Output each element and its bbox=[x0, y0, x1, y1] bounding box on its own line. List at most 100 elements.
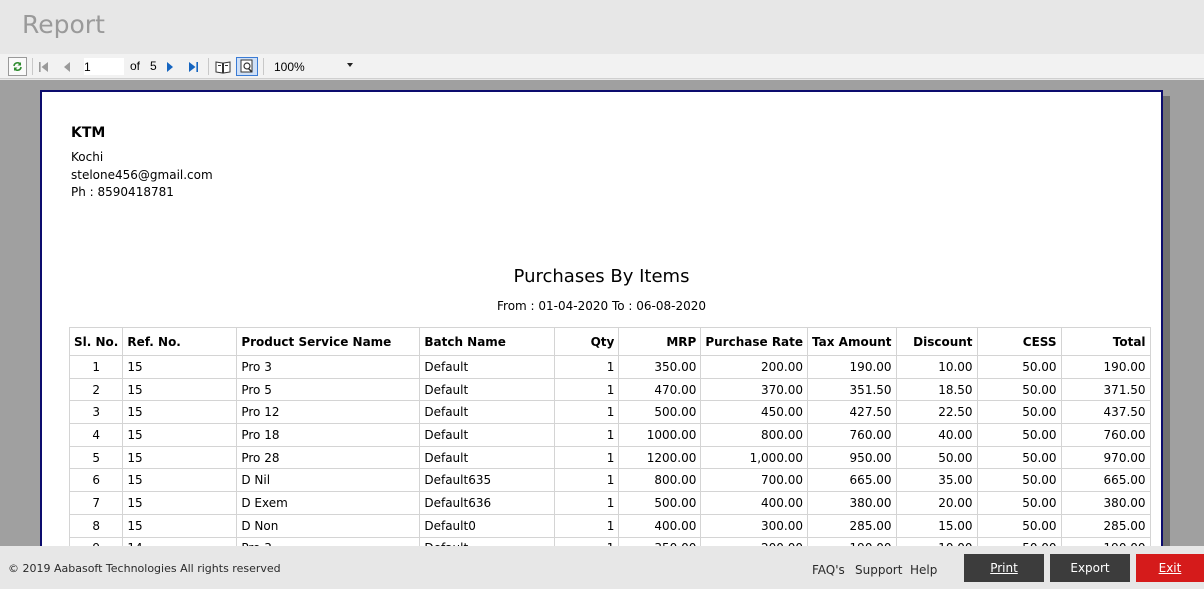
column-header: Discount bbox=[895, 327, 978, 356]
table-cell: 760.00 bbox=[1060, 423, 1151, 447]
table-cell: 22.50 bbox=[895, 400, 978, 425]
company-city: Kochi bbox=[71, 150, 104, 164]
table-cell: Pro 5 bbox=[236, 377, 421, 402]
table-cell: 10.00 bbox=[895, 355, 978, 379]
table-row: 5 15 Pro 28 Default 1 1200.00 1,000.00 950.00 50… bbox=[68, 445, 1151, 470]
table-cell: 50.00 bbox=[976, 536, 1062, 546]
table-cell: Pro 12 bbox=[236, 400, 421, 425]
next-page-icon[interactable] bbox=[163, 57, 177, 76]
column-header: Total bbox=[1060, 327, 1151, 356]
table-cell: 1 bbox=[554, 468, 620, 493]
table-cell: 427.50 bbox=[807, 400, 897, 425]
table-cell: 8 bbox=[68, 513, 124, 538]
table-cell: 3 bbox=[68, 400, 124, 425]
table-cell: Default635 bbox=[419, 468, 556, 493]
support-link[interactable]: Support bbox=[855, 563, 902, 577]
table-cell: 1 bbox=[554, 423, 620, 447]
exit-button[interactable]: Exit bbox=[1136, 554, 1204, 582]
table-cell: 15 bbox=[122, 445, 238, 470]
table-cell: 190.00 bbox=[807, 355, 897, 379]
zoom-dropdown[interactable]: 100% bbox=[270, 57, 356, 76]
export-button[interactable]: Export bbox=[1050, 554, 1130, 582]
table-cell: 500.00 bbox=[618, 400, 702, 425]
company-name: KTM bbox=[71, 125, 106, 141]
table-cell: 1,000.00 bbox=[700, 445, 809, 470]
table-cell: 50.00 bbox=[976, 491, 1062, 515]
table-cell: 6 bbox=[68, 468, 124, 493]
table-cell: D Exem bbox=[236, 491, 421, 515]
table-row: 6 15 D Nil Default635 1 800.00 700.00 665.00 35.… bbox=[68, 468, 1151, 493]
toolbar-separator bbox=[208, 58, 209, 75]
table-cell: Default bbox=[419, 400, 556, 425]
table-cell: 400.00 bbox=[618, 513, 702, 538]
table-cell: 200.00 bbox=[700, 536, 809, 546]
table-cell: 15 bbox=[122, 377, 238, 402]
page-number-input[interactable] bbox=[84, 58, 124, 75]
table-row: 1 15 Pro 3 Default 1 350.00 200.00 190.00 10.00 5… bbox=[68, 355, 1151, 379]
of-label: of bbox=[130, 59, 141, 73]
table-cell: 15 bbox=[122, 468, 238, 493]
column-header: Sl. No. bbox=[68, 327, 124, 356]
table-cell: 50.00 bbox=[976, 468, 1062, 493]
table-cell: 950.00 bbox=[807, 445, 897, 470]
table-cell: 285.00 bbox=[807, 513, 897, 538]
table-cell: 380.00 bbox=[1060, 491, 1151, 515]
company-email: stelone456@gmail.com bbox=[71, 168, 213, 182]
table-cell: 4 bbox=[68, 423, 124, 447]
table-cell: 200.00 bbox=[700, 355, 809, 379]
table-cell: 15 bbox=[122, 491, 238, 515]
table-cell: 14 bbox=[122, 536, 238, 546]
table-cell: 190.00 bbox=[1060, 355, 1151, 379]
page-setup-icon[interactable] bbox=[213, 57, 233, 76]
report-viewer[interactable]: KTM Kochi stelone456@gmail.com Ph : 8590… bbox=[0, 80, 1204, 546]
chevron-down-icon bbox=[347, 63, 353, 67]
table-cell: 500.00 bbox=[618, 491, 702, 515]
column-header: Purchase Rate bbox=[700, 327, 809, 356]
table-cell: 15 bbox=[122, 513, 238, 538]
table-cell: 40.00 bbox=[895, 423, 978, 447]
table-cell: 300.00 bbox=[700, 513, 809, 538]
refresh-icon[interactable] bbox=[8, 57, 27, 76]
table-cell: 15 bbox=[122, 423, 238, 447]
first-page-icon[interactable] bbox=[37, 57, 51, 76]
table-cell: 700.00 bbox=[700, 468, 809, 493]
table-cell: 50.00 bbox=[976, 513, 1062, 538]
table-cell: 7 bbox=[68, 491, 124, 515]
table-row: 4 15 Pro 18 Default 1 1000.00 800.00 760.00 40.0… bbox=[68, 423, 1151, 447]
table-cell: 351.50 bbox=[807, 377, 897, 402]
table-cell: 15 bbox=[122, 400, 238, 425]
copyright-text: © 2019 Aabasoft Technologies All rights … bbox=[8, 562, 281, 575]
print-button[interactable]: Print bbox=[964, 554, 1044, 582]
table-cell: 50.00 bbox=[895, 445, 978, 470]
faq-link[interactable]: FAQ's bbox=[812, 563, 845, 577]
table-cell: 800.00 bbox=[618, 468, 702, 493]
table-cell: 1 bbox=[554, 491, 620, 515]
table-cell: Pro 18 bbox=[236, 423, 421, 447]
table-cell: Default bbox=[419, 377, 556, 402]
help-link[interactable]: Help bbox=[910, 563, 937, 577]
table-cell: 50.00 bbox=[976, 355, 1062, 379]
table-cell: 350.00 bbox=[618, 355, 702, 379]
previous-page-icon[interactable] bbox=[60, 57, 74, 76]
column-header: CESS bbox=[976, 327, 1062, 356]
print-layout-icon[interactable] bbox=[236, 57, 258, 76]
table-cell: Default636 bbox=[419, 491, 556, 515]
last-page-icon[interactable] bbox=[185, 57, 201, 76]
table-cell: Default bbox=[419, 355, 556, 379]
table-cell: 470.00 bbox=[618, 377, 702, 402]
table-cell: 371.50 bbox=[1060, 377, 1151, 402]
column-header: MRP bbox=[618, 327, 702, 356]
column-header: Tax Amount bbox=[807, 327, 897, 356]
report-page: KTM Kochi stelone456@gmail.com Ph : 8590… bbox=[40, 90, 1163, 546]
table-row: 8 15 D Non Default0 1 400.00 300.00 285.00 15.00… bbox=[68, 513, 1151, 538]
table-cell: 9 bbox=[68, 536, 124, 546]
window-title: Report bbox=[22, 10, 105, 39]
table-cell: 190.00 bbox=[807, 536, 897, 546]
report-title: Purchases By Items bbox=[513, 266, 690, 287]
table-header-row: Sl. No. Ref. No. Product Service Name Batch… bbox=[68, 327, 1151, 356]
table-row: 7 15 D Exem Default636 1 500.00 400.00 380.00 20… bbox=[68, 491, 1151, 515]
table-cell: 437.50 bbox=[1060, 400, 1151, 425]
table-cell: 1000.00 bbox=[618, 423, 702, 447]
toolbar-separator bbox=[32, 58, 33, 75]
table-cell: 400.00 bbox=[700, 491, 809, 515]
